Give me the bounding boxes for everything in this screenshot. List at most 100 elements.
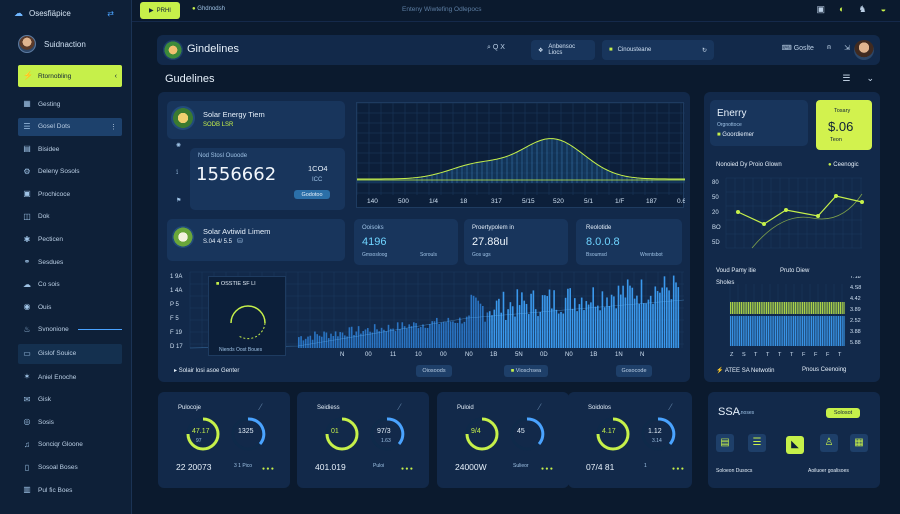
bottom-button-2[interactable]: ■ Vioschsea bbox=[504, 365, 548, 377]
histogram-bar bbox=[525, 303, 528, 348]
histogram-bar-top bbox=[818, 302, 820, 314]
solar-card-1[interactable]: Solar Energy Tiem SODB LSR bbox=[167, 101, 345, 139]
toggle-icon[interactable]: ⇄ bbox=[107, 9, 114, 18]
final-badge[interactable]: Solosot bbox=[826, 408, 860, 418]
kpi-dots: ● ● ● bbox=[401, 466, 413, 472]
user-plus-icon[interactable]: ⍝ bbox=[827, 44, 831, 52]
histogram-bar bbox=[539, 311, 542, 348]
stat-2-sub: Gos ugs bbox=[472, 252, 491, 258]
bell-icon: ♫ bbox=[24, 439, 30, 449]
search-control[interactable]: ⌕ Q X bbox=[487, 44, 505, 52]
kpi-title: Seidiess bbox=[317, 405, 340, 411]
histogram-bar-top bbox=[751, 302, 753, 314]
kpi-card[interactable]: Pulocoje ⁄ 47.17 97 1325 22 20073 3 1 Pi… bbox=[158, 392, 290, 488]
top-subtitle[interactable]: ● Ghdnodsh bbox=[192, 6, 225, 12]
search-clear[interactable]: X bbox=[500, 44, 505, 51]
right-footer-left-text: ATEE SA Netwotin bbox=[724, 368, 775, 374]
bottom-button-3[interactable]: Gosocode bbox=[616, 365, 652, 377]
sidebar-item-15[interactable]: ◎ Sosis bbox=[18, 413, 122, 431]
histogram-bar bbox=[332, 336, 335, 348]
stat-card-2[interactable]: Proertypolem in 27.88ul Gos ugs bbox=[464, 219, 568, 265]
stat-3-label: Reolotide bbox=[586, 225, 612, 231]
compass-icon[interactable]: ◐ bbox=[839, 4, 844, 15]
sidebar-item-10[interactable]: ◉ Ouis bbox=[18, 298, 122, 316]
sidebar-item-8[interactable]: ⚭ Sesdues bbox=[18, 253, 122, 271]
brief-icon[interactable]: ⌨ Goslte bbox=[782, 44, 814, 52]
inset-title-text: OSSTIE SF LI bbox=[220, 281, 256, 287]
histogram-bar-top bbox=[827, 302, 829, 314]
solar-badge[interactable]: Godotoo bbox=[294, 190, 330, 199]
sidebar-item-7[interactable]: ✱ Pecticen bbox=[18, 231, 122, 249]
avatar[interactable] bbox=[854, 40, 874, 60]
sidebar-item-14[interactable]: ✉ Gisk bbox=[18, 391, 122, 409]
sidebar-item-1[interactable]: ▦ Gesting bbox=[18, 95, 122, 113]
histogram-bar bbox=[569, 288, 571, 348]
sidebar-item-label: Sosis bbox=[38, 418, 54, 426]
histogram-bar bbox=[733, 316, 735, 346]
histogram-bar bbox=[403, 326, 406, 348]
info-icon[interactable]: ⁄ bbox=[399, 402, 401, 412]
x-tick-label: 00 bbox=[440, 352, 447, 358]
bottom-button-1[interactable]: Oiosoods bbox=[416, 365, 452, 377]
kpi-gauge-2-value: 45 bbox=[517, 428, 525, 435]
info-icon[interactable]: ⁄ bbox=[670, 402, 672, 412]
histogram-bar bbox=[327, 338, 330, 348]
arrow-icon: ▸ bbox=[174, 368, 178, 374]
table-icon: ▦ bbox=[850, 434, 868, 452]
top-pill-button[interactable]: ▶ PRHI bbox=[140, 2, 180, 19]
info-icon[interactable]: ⁄ bbox=[260, 402, 262, 412]
solar-value: 1556662 bbox=[196, 164, 277, 185]
sidebar-item-11[interactable]: ♨ Svnonione bbox=[18, 321, 122, 339]
sidebar-item-0[interactable]: ⚡ Rtornobling ‹ bbox=[18, 65, 122, 87]
kpi-card[interactable]: Seidiess ⁄ 01 97/3 1.63 401.019 Puloi ● … bbox=[297, 392, 429, 488]
energy-badge[interactable]: Tosary $.06 Teon bbox=[816, 100, 872, 150]
sidebar-item-13[interactable]: ✶ Aniel Enoche bbox=[18, 368, 122, 386]
folder-icon: ▭ bbox=[23, 348, 31, 358]
histogram-bar bbox=[546, 296, 548, 348]
monitor-icon[interactable]: ▣ bbox=[817, 4, 826, 15]
histogram-bar-top bbox=[771, 302, 773, 314]
sidebar-item-2[interactable]: ☰ Gosel Dots ⋮ bbox=[18, 117, 122, 136]
stat-card-1[interactable]: Ooisoks 4196 Gmsosloog Sorouls bbox=[354, 219, 458, 265]
histogram-bar-top bbox=[787, 302, 789, 314]
histogram-bar bbox=[615, 308, 617, 348]
sidebar-item-9[interactable]: ☁ Co sois bbox=[18, 276, 122, 294]
bell-icon[interactable]: ♞ bbox=[858, 4, 866, 15]
power-icon[interactable]: ◒ bbox=[881, 4, 886, 15]
inset-title: ■ OSSTIE SF LI bbox=[216, 281, 256, 287]
sidebar-item-3[interactable]: ▤ Bisidee bbox=[18, 140, 122, 158]
sidebar-item-4[interactable]: ⚙ Deleny Sosols bbox=[18, 163, 122, 181]
user-profile[interactable]: Suidnaction bbox=[18, 35, 86, 53]
stat-1-value: 4196 bbox=[362, 236, 387, 248]
histogram-bar-top bbox=[814, 302, 816, 314]
histogram-bar bbox=[541, 295, 544, 348]
energy-card[interactable]: Enerry Orgnottoce ■ Goordiemer bbox=[710, 100, 808, 146]
final-card[interactable]: SSA Lnoses Solosot ▤ ☰ ◣ ♙ ▦ Soloeon Dus… bbox=[708, 392, 880, 488]
sidebar-item-12[interactable]: ▭ Gislof Souice bbox=[18, 343, 122, 364]
header-button-2[interactable]: ■ Cinousteane ↻ bbox=[602, 40, 714, 60]
share-icon[interactable]: ⇲ bbox=[844, 44, 850, 52]
brand[interactable]: ☁ Osesfiäpice ⇄ bbox=[14, 6, 114, 20]
stat-card-3[interactable]: Reolotide 8.0.0.8 Bsoumsd Wrentsbot bbox=[576, 219, 682, 265]
sidebar-item-17[interactable]: ▯ Sosoal Boses bbox=[18, 459, 122, 477]
histogram-bar bbox=[751, 316, 753, 346]
kpi-card[interactable]: Soidolos ⁄ 4.17 1.12 3.14 07/4 81 1 ● ● … bbox=[568, 392, 692, 488]
right-chart-title: Nonoied Dy Proio Glown bbox=[716, 162, 782, 168]
sidebar-item-18[interactable]: ▥ Pul fic Boes bbox=[18, 481, 122, 499]
header-button-1[interactable]: ❖ Anbensoc Liocs bbox=[531, 40, 595, 60]
sidebar-item-label: Co sois bbox=[38, 281, 60, 289]
solar-card-2[interactable]: Solar Avtiwid Limem S.04 4/ 5.5 ⛁ bbox=[167, 219, 345, 261]
sidebar-item-16[interactable]: ♫ Sonciqr Gloone bbox=[18, 436, 122, 454]
histogram-bar bbox=[532, 290, 535, 348]
histogram-bar bbox=[740, 316, 742, 346]
sidebar-item-5[interactable]: ▣ Prochicoce bbox=[18, 185, 122, 203]
app-logo bbox=[163, 40, 183, 60]
kpi-card[interactable]: Puloid ⁄ 9/4 45 24000W Sulieor ● ● ● bbox=[437, 392, 569, 488]
info-icon[interactable]: ⁄ bbox=[539, 402, 541, 412]
histogram-bar bbox=[638, 303, 640, 348]
chevron-down-icon[interactable]: ⌄ bbox=[866, 73, 874, 84]
histogram-bar bbox=[672, 275, 675, 348]
y-tick-label: 3.89 bbox=[850, 307, 861, 313]
menu-icon[interactable]: ☰ bbox=[842, 73, 850, 84]
sidebar-item-6[interactable]: ◫ Dok bbox=[18, 208, 122, 226]
